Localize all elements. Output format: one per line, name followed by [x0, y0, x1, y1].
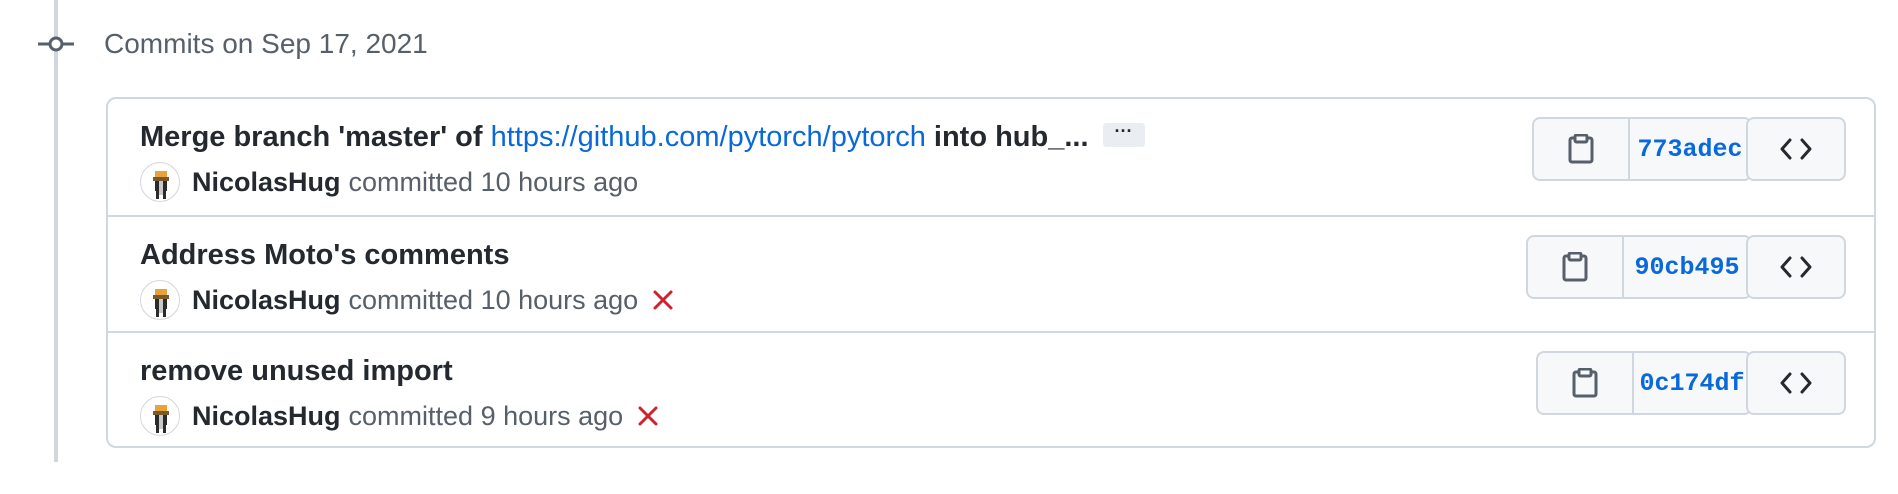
commit-sha-link[interactable]: 773adec [1630, 119, 1750, 179]
browse-repo-button[interactable] [1746, 235, 1846, 299]
commit-author[interactable]: NicolasHug [192, 167, 341, 198]
commit-time: committed 10 hours ago [348, 284, 639, 315]
commit-meta: NicolasHug committed 9 hours ago [140, 395, 659, 437]
browse-repo-button[interactable] [1746, 351, 1846, 415]
commit-title[interactable]: remove unused import [140, 353, 453, 389]
commit-sha-group: 0c174df [1536, 351, 1752, 415]
copy-sha-button[interactable] [1538, 353, 1634, 413]
browse-repo-button[interactable] [1746, 117, 1846, 181]
commit-title-prefix[interactable]: Merge branch 'master' of [140, 121, 491, 153]
commit-title[interactable]: Merge branch 'master' of https://github.… [140, 119, 1145, 155]
x-icon[interactable] [652, 289, 674, 311]
commit-title-suffix[interactable]: into hub_... [926, 121, 1089, 153]
commit-author[interactable]: NicolasHug [192, 285, 341, 316]
commit-sha-group: 90cb495 [1526, 235, 1752, 299]
commit-time: committed 9 hours ago [348, 400, 624, 431]
commit-sha-link[interactable]: 90cb495 [1624, 237, 1750, 297]
commit-row: Address Moto's comments NicolasHug commi… [108, 215, 1874, 331]
clipboard-icon [1562, 252, 1588, 282]
code-icon [1780, 256, 1812, 278]
commit-author[interactable]: NicolasHug [192, 401, 341, 432]
commit-row: remove unused import NicolasHug committe… [108, 331, 1874, 447]
code-icon [1780, 138, 1812, 160]
avatar[interactable] [140, 280, 180, 320]
code-icon [1780, 372, 1812, 394]
commit-title-link[interactable]: https://github.com/pytorch/pytorch [491, 121, 926, 153]
commit-group-title: Commits on Sep 17, 2021 [104, 28, 428, 59]
clipboard-icon [1572, 368, 1598, 398]
commit-meta: NicolasHug committed 10 hours ago [140, 279, 674, 321]
git-commit-icon [38, 36, 74, 52]
avatar[interactable] [140, 396, 180, 436]
commit-sha-link[interactable]: 0c174df [1634, 353, 1750, 413]
avatar[interactable] [140, 162, 180, 202]
commit-title[interactable]: Address Moto's comments [140, 237, 509, 273]
copy-sha-button[interactable] [1528, 237, 1624, 297]
commit-meta: NicolasHug committed 10 hours ago [140, 161, 638, 203]
commit-list: Merge branch 'master' of https://github.… [106, 97, 1876, 448]
timeline-line [54, 0, 58, 462]
commit-row: Merge branch 'master' of https://github.… [108, 99, 1874, 215]
copy-sha-button[interactable] [1534, 119, 1630, 179]
commit-sha-group: 773adec [1532, 117, 1752, 181]
expand-message-button[interactable]: ··· [1102, 122, 1145, 148]
commit-time: committed 10 hours ago [348, 166, 639, 197]
x-icon[interactable] [637, 405, 659, 427]
clipboard-icon [1568, 134, 1594, 164]
